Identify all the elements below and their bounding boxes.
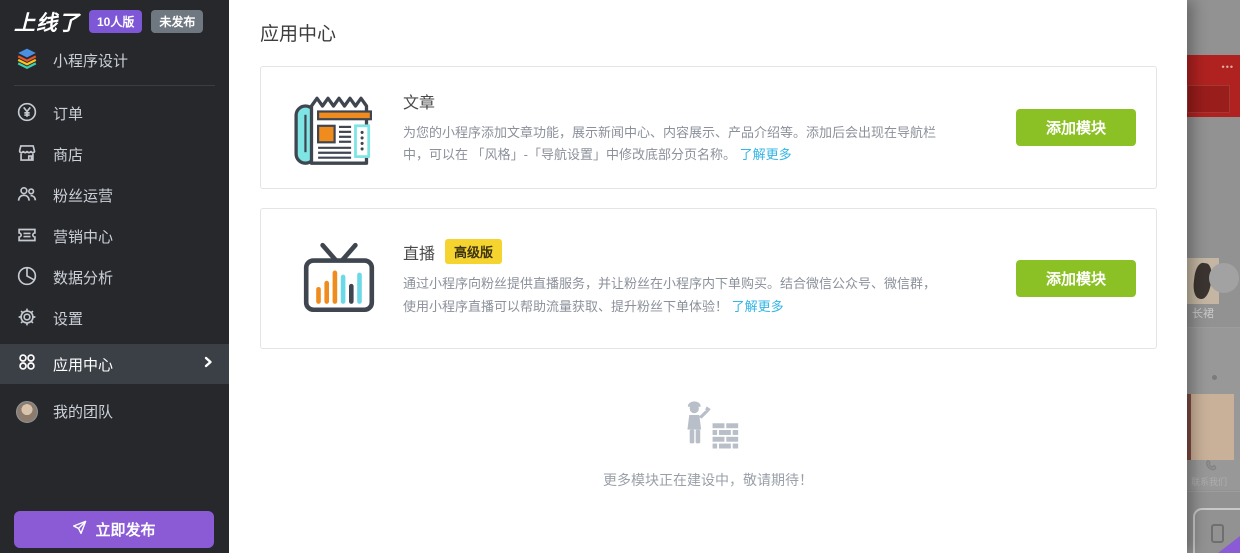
preview-dot xyxy=(1212,375,1217,380)
sidebar-item-fans[interactable]: 粉丝运营 xyxy=(0,175,229,216)
sidebar-item-label: 商店 xyxy=(53,144,83,165)
sidebar-item-label: 订单 xyxy=(53,103,83,124)
sidebar-item-store[interactable]: 商店 xyxy=(0,134,229,175)
preview-header: ••• xyxy=(1187,55,1240,117)
wechat-menu-dots-icon: ••• xyxy=(1222,62,1234,72)
apps-grid-icon xyxy=(16,351,38,377)
sidebar-item-label: 营销中心 xyxy=(53,226,113,247)
layers-icon xyxy=(16,47,38,73)
sidebar-item-design[interactable]: 小程序设计 xyxy=(0,40,229,80)
learn-more-link[interactable]: 了解更多 xyxy=(732,299,784,314)
publish-button-label: 立即发布 xyxy=(95,519,155,540)
live-tv-icon xyxy=(289,238,389,320)
add-module-button[interactable]: 添加模块 xyxy=(1016,260,1136,297)
app-center-panel: 应用中心 xyxy=(229,0,1187,553)
page-title: 应用中心 xyxy=(260,19,1187,46)
sidebar-item-label: 应用中心 xyxy=(53,354,113,375)
sidebar-item-orders[interactable]: 订单 xyxy=(0,93,229,134)
module-description-text: 通过小程序向粉丝提供直播服务，并让粉丝在小程序内下单购买。结合微信公众号、微信群… xyxy=(403,276,936,313)
module-description: 为您的小程序添加文章功能，展示新闻中心、内容展示、产品介绍等。添加后会出现在导航… xyxy=(403,122,943,167)
sidebar-item-analytics[interactable]: 数据分析 xyxy=(0,257,229,298)
rocket-icon xyxy=(72,520,87,539)
preview-category-circle xyxy=(1209,263,1239,293)
purple-corner-accent xyxy=(1218,536,1240,553)
sidebar-divider xyxy=(14,85,215,86)
preview-product-label: 长裙 xyxy=(1192,305,1214,321)
brand-logo: 上线了 xyxy=(14,7,80,37)
sidebar-item-team[interactable]: 我的团队 xyxy=(0,391,229,432)
sidebar-item-label: 粉丝运营 xyxy=(53,185,113,206)
learn-more-link[interactable]: 了解更多 xyxy=(740,147,792,162)
module-description-text: 为您的小程序添加文章功能，展示新闻中心、内容展示、产品介绍等。添加后会出现在导航… xyxy=(403,125,936,162)
premium-badge: 高级版 xyxy=(445,239,502,264)
add-module-button[interactable]: 添加模块 xyxy=(1016,109,1136,146)
preview-banner xyxy=(1187,85,1230,113)
phone-preview-strip: ••• 长裙 联系我们 xyxy=(1187,0,1240,553)
module-description: 通过小程序向粉丝提供直播服务，并让粉丝在小程序内下单购买。结合微信公众号、微信群… xyxy=(403,273,943,318)
sidebar-item-appcenter[interactable]: 应用中心 xyxy=(0,344,229,384)
preview-image xyxy=(1187,394,1234,460)
sidebar-item-marketing[interactable]: 营销中心 xyxy=(0,216,229,257)
newspaper-icon xyxy=(289,84,389,172)
sidebar-item-settings[interactable]: 设置 xyxy=(0,298,229,339)
module-info: 直播 高级版 通过小程序向粉丝提供直播服务，并让粉丝在小程序内下单购买。结合微信… xyxy=(403,239,943,318)
storefront-icon xyxy=(16,142,38,168)
pie-chart-icon xyxy=(16,265,38,291)
avatar xyxy=(16,401,38,423)
brand: 上线了 10人版 未发布 xyxy=(0,0,229,40)
plan-badge: 10人版 xyxy=(89,10,142,33)
module-card-live: 直播 高级版 通过小程序向粉丝提供直播服务，并让粉丝在小程序内下单购买。结合微信… xyxy=(260,208,1157,349)
sidebar-item-label: 数据分析 xyxy=(53,267,113,288)
fans-icon xyxy=(16,183,38,209)
module-info: 文章 为您的小程序添加文章功能，展示新闻中心、内容展示、产品介绍等。添加后会出现… xyxy=(403,89,943,167)
sidebar-item-label: 我的团队 xyxy=(53,401,113,422)
chevron-right-icon xyxy=(201,355,215,373)
sidebar-item-label: 小程序设计 xyxy=(53,50,128,71)
sidebar: 上线了 10人版 未发布 小程序设计 xyxy=(0,0,229,553)
coupon-icon xyxy=(16,224,38,250)
yuan-coin-icon xyxy=(16,101,38,127)
under-construction-icon xyxy=(676,444,740,461)
module-name: 直播 xyxy=(403,240,435,264)
module-name: 文章 xyxy=(403,89,435,113)
preview-contact-label: 联系我们 xyxy=(1191,475,1227,488)
coming-soon-section: 更多模块正在建设中，敬请期待！ xyxy=(229,395,1187,490)
coming-soon-text: 更多模块正在建设中，敬请期待！ xyxy=(229,470,1187,490)
module-card-article: 文章 为您的小程序添加文章功能，展示新闻中心、内容展示、产品介绍等。添加后会出现… xyxy=(260,66,1157,189)
preview-divider xyxy=(1187,491,1240,492)
gear-icon xyxy=(16,306,38,332)
app-builder-window: 上线了 10人版 未发布 小程序设计 xyxy=(0,0,1240,553)
sidebar-item-label: 设置 xyxy=(53,308,83,329)
publish-status-badge: 未发布 xyxy=(151,10,203,33)
publish-button[interactable]: 立即发布 xyxy=(14,511,214,548)
